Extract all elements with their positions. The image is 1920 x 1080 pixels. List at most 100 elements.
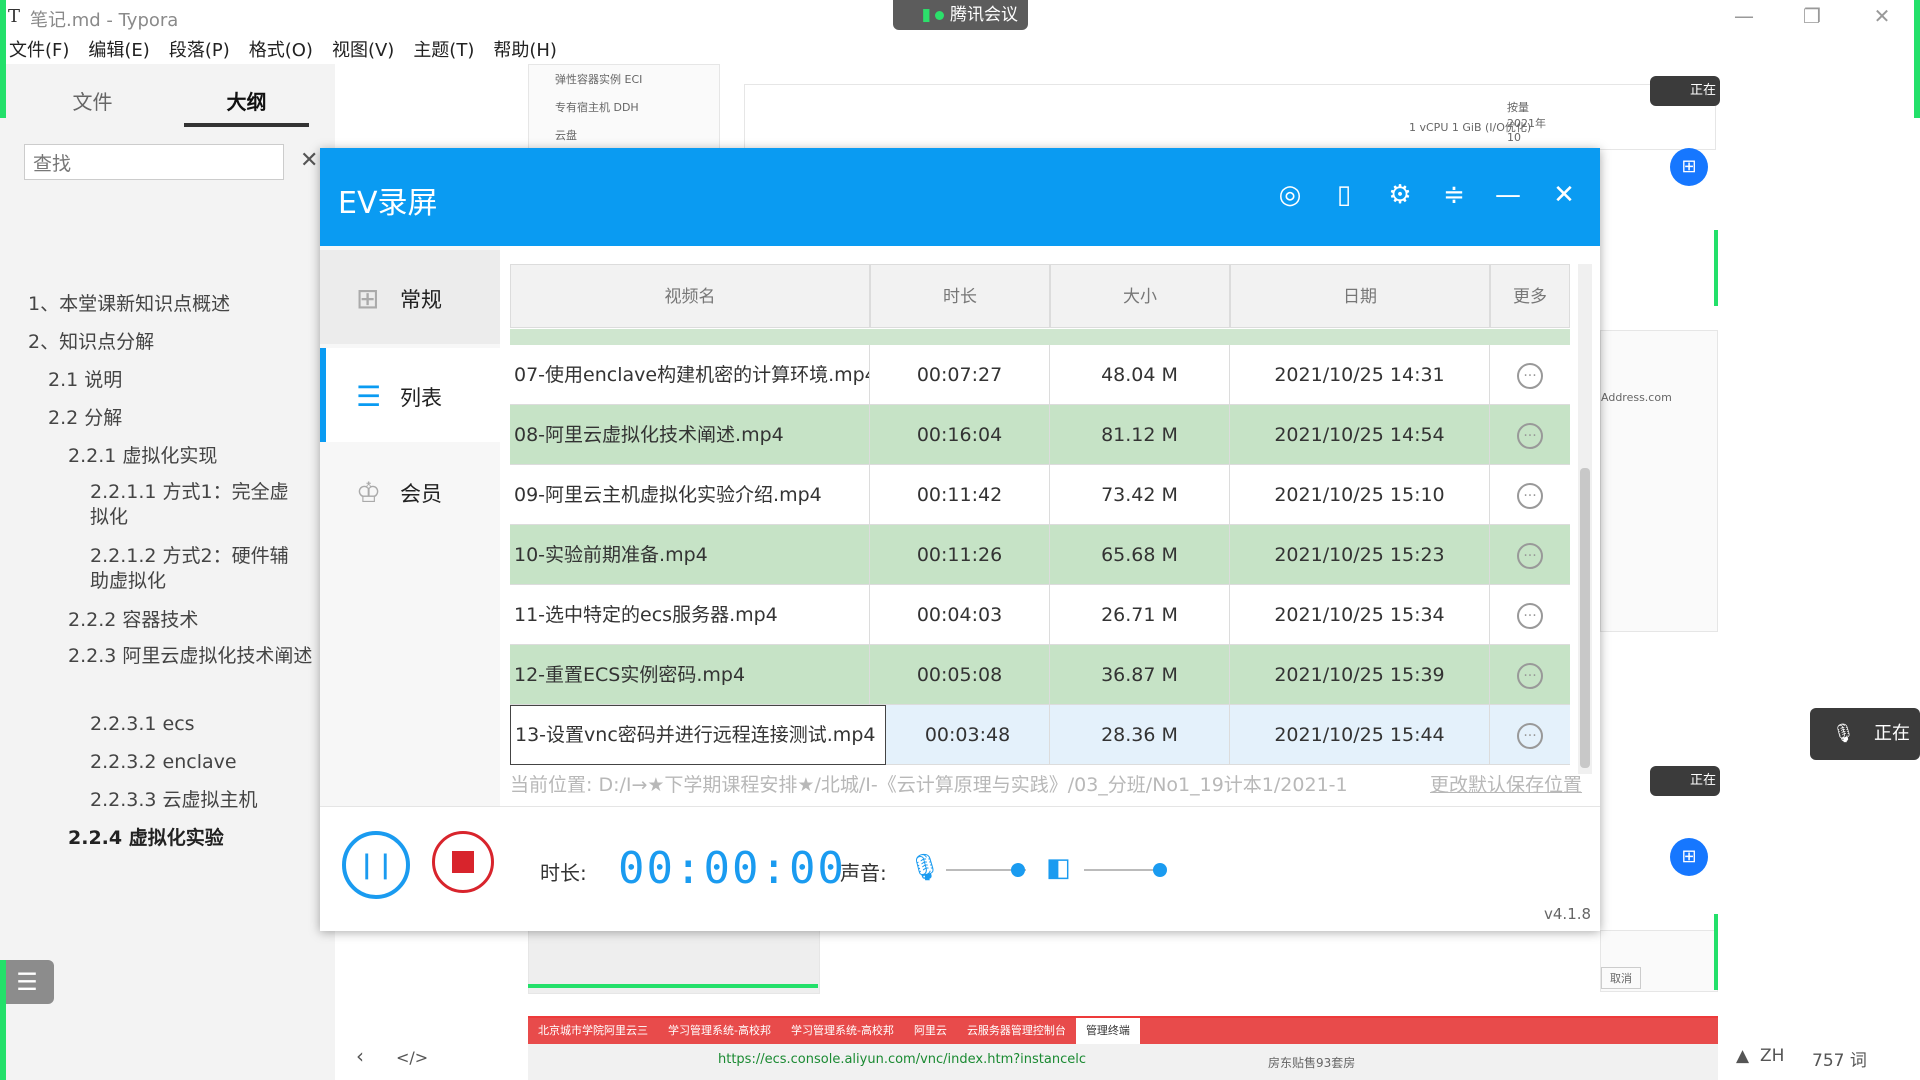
restore-icon[interactable]: ❐ xyxy=(1792,4,1832,28)
nav-member[interactable]: ♔ 会员 xyxy=(320,444,500,538)
table-row[interactable]: 09-阿里云主机虚拟化实验介绍.mp4 00:11:42 73.42 M 202… xyxy=(510,465,1570,525)
speaker-volume-slider[interactable] xyxy=(1084,869,1164,871)
tencent-meeting-bar[interactable]: ▮ 腾讯会议 xyxy=(893,0,1028,30)
outline-item[interactable]: 2.2.1 虚拟化实现 xyxy=(68,444,217,469)
tab-files[interactable]: 文件 xyxy=(30,86,155,115)
menu-format[interactable]: 格式(O) xyxy=(249,36,313,64)
bg-text: 云盘 xyxy=(555,129,577,142)
outline-item[interactable]: 1、本堂课新知识点概述 xyxy=(28,292,230,317)
nav-list-label: 列表 xyxy=(400,386,442,410)
outline-item[interactable]: 2.2.3 阿里云虚拟化技术阐述 xyxy=(68,644,313,669)
more-options-icon[interactable]: ··· xyxy=(1517,722,1543,749)
browser-search-hint[interactable]: 房东贴售93套房 xyxy=(1268,1054,1355,1071)
close-icon[interactable]: ✕ xyxy=(1546,180,1582,210)
col-header-date[interactable]: 日期 xyxy=(1230,264,1490,328)
outline-item[interactable]: 2.2.3.3 云虚拟主机 xyxy=(90,788,258,813)
cell-duration: 00:16:04 xyxy=(870,405,1050,465)
menu-theme[interactable]: 主题(T) xyxy=(413,36,474,64)
nav-general[interactable]: ⊞ 常规 xyxy=(320,250,500,344)
mic-muted-icon: 🎙 xyxy=(1832,723,1855,744)
speaker-icon[interactable]: ◧ xyxy=(1046,853,1071,883)
sidebar-toggle-icon[interactable]: ☰ xyxy=(0,960,54,1004)
apps-icon[interactable]: ⊞ xyxy=(1670,838,1708,876)
bg-console-menu: 弹性容器实例 ECI 专有宿主机 DDH 云盘 xyxy=(528,64,720,156)
stop-button[interactable] xyxy=(432,831,494,893)
col-header-name[interactable]: 视频名 xyxy=(510,264,870,328)
more-options-icon[interactable]: ··· xyxy=(1517,542,1543,569)
change-save-path-link[interactable]: 更改默认保存位置 xyxy=(1430,770,1582,797)
menu-view[interactable]: 视图(V) xyxy=(332,36,394,64)
col-header-duration[interactable]: 时长 xyxy=(870,264,1050,328)
typora-sidebar: 文件 大纲 查找 ✕ 1、本堂课新知识点概述 2、知识点分解 2.1 说明 2.… xyxy=(0,64,335,1080)
cell-more: ··· xyxy=(1490,465,1570,525)
menu-help[interactable]: 帮助(H) xyxy=(493,36,557,64)
minimize-icon[interactable]: — xyxy=(1724,4,1764,28)
bg-cancel-button[interactable]: 取消 xyxy=(1601,967,1641,989)
rename-input[interactable]: 13-设置vnc密码并进行远程连接测试.mp4 xyxy=(510,705,886,765)
cell-date: 2021/10/25 15:44 xyxy=(1230,705,1490,765)
mic-volume-knob[interactable] xyxy=(1011,863,1025,877)
speaking-indicator: 正在讲 xyxy=(1650,76,1720,128)
outline-item[interactable]: 2.1 说明 xyxy=(48,368,122,393)
speaker-volume-knob[interactable] xyxy=(1153,863,1167,877)
save-path: 当前位置: D:/Ⅰ→★下学期课程安排★/北城/Ⅰ-《云计算原理与实践》/03_… xyxy=(510,774,1348,796)
browser-tab[interactable]: 学习管理系统-高校邦 xyxy=(658,1018,781,1044)
table-row[interactable]: 07-使用enclave构建机密的计算环境.mp4 00:07:27 48.04… xyxy=(510,345,1570,405)
phone-icon[interactable]: ▯ xyxy=(1326,180,1362,210)
browser-tab[interactable]: 阿里云 xyxy=(904,1018,957,1044)
browser-tab[interactable]: 云服务器管理控制台 xyxy=(957,1018,1076,1044)
outline-item[interactable]: 2.2.3.1 ecs xyxy=(90,712,195,737)
menu-paragraph[interactable]: 段落(P) xyxy=(169,36,230,64)
table-row[interactable]: 08-阿里云虚拟化技术阐述.mp4 00:16:04 81.12 M 2021/… xyxy=(510,405,1570,465)
browser-tab[interactable]: 学习管理系统-高校邦 xyxy=(781,1018,904,1044)
col-header-size[interactable]: 大小 xyxy=(1050,264,1230,328)
word-count[interactable]: 757 词 xyxy=(1812,1046,1867,1071)
browser-tab-active[interactable]: 管理终端 xyxy=(1075,1018,1140,1044)
outline-item[interactable]: 2.2.1.1 方式1：完全虚拟化 xyxy=(90,480,300,530)
table-row[interactable]: 11-选中特定的ecs服务器.mp4 00:04:03 26.71 M 2021… xyxy=(510,585,1570,645)
table-row[interactable]: 12-重置ECS实例密码.mp4 00:05:08 36.87 M 2021/1… xyxy=(510,645,1570,705)
more-options-icon[interactable]: ··· xyxy=(1517,602,1543,629)
more-options-icon[interactable]: ··· xyxy=(1517,362,1543,389)
tab-outline[interactable]: 大纲 xyxy=(184,86,309,127)
bg-right-panel: Address.com xyxy=(1600,330,1718,632)
more-options-icon[interactable]: ··· xyxy=(1517,482,1543,509)
status-dot-icon xyxy=(935,11,944,20)
cell-size: 65.68 M xyxy=(1050,525,1230,585)
minimize-icon[interactable]: — xyxy=(1490,180,1526,210)
outline-item[interactable]: 2.2 分解 xyxy=(48,406,122,431)
bg-text: 专有宿主机 DDH xyxy=(555,101,639,114)
apps-icon[interactable]: ⊞ xyxy=(1670,148,1708,186)
menu-file[interactable]: 文件(F) xyxy=(9,36,69,64)
browser-url[interactable]: https://ecs.console.aliyun.com/vnc/index… xyxy=(718,1052,1086,1067)
menu-bar: 文件(F) 编辑(E) 段落(P) 格式(O) 视图(V) 主题(T) 帮助(H… xyxy=(0,36,567,64)
outline-item[interactable]: 2、知识点分解 xyxy=(28,330,154,355)
pause-button[interactable]: | | xyxy=(342,831,410,899)
microphone-icon[interactable]: 🎙 xyxy=(908,853,941,883)
outline-item-current[interactable]: 2.2.4 虚拟化实验 xyxy=(68,826,224,851)
table-row[interactable]: 10-实验前期准备.mp4 00:11:26 65.68 M 2021/10/2… xyxy=(510,525,1570,585)
table-row-selected[interactable]: 13-设置vnc密码并进行远程连接测试.mp4 00:03:48 28.36 M… xyxy=(510,705,1570,765)
gear-icon[interactable]: ⚙ xyxy=(1382,180,1418,210)
more-options-icon[interactable]: ··· xyxy=(1517,662,1543,689)
cell-duration: 00:11:26 xyxy=(870,525,1050,585)
user-icon[interactable]: ◎ xyxy=(1272,180,1308,210)
cell-more: ··· xyxy=(1490,405,1570,465)
cell-name: 08-阿里云虚拟化技术阐述.mp4 xyxy=(510,405,870,465)
close-icon[interactable]: ✕ xyxy=(1862,4,1902,28)
close-search-icon[interactable]: ✕ xyxy=(300,148,318,173)
outline-search-input[interactable]: 查找 xyxy=(24,144,284,180)
outline-item[interactable]: 2.2.2 容器技术 xyxy=(68,608,198,633)
back-icon[interactable]: ‹ xyxy=(356,1044,364,1068)
outline-item[interactable]: 2.2.1.2 方式2：硬件辅助虚拟化 xyxy=(90,544,300,594)
cell-date: 2021/10/25 15:34 xyxy=(1230,585,1490,645)
dropdown-menu-icon[interactable]: ≑ xyxy=(1436,180,1472,210)
menu-edit[interactable]: 编辑(E) xyxy=(88,36,149,64)
browser-tab[interactable]: 北京城市学院阿里云三 xyxy=(528,1018,658,1044)
source-code-icon[interactable]: </> xyxy=(396,1048,428,1067)
table-scroll-thumb[interactable] xyxy=(1580,468,1590,768)
outline-item[interactable]: 2.2.3.2 enclave xyxy=(90,750,237,775)
cell-date: 2021/10/25 15:39 xyxy=(1230,645,1490,705)
nav-list[interactable]: ☰ 列表 xyxy=(320,348,500,442)
more-options-icon[interactable]: ··· xyxy=(1517,422,1543,449)
